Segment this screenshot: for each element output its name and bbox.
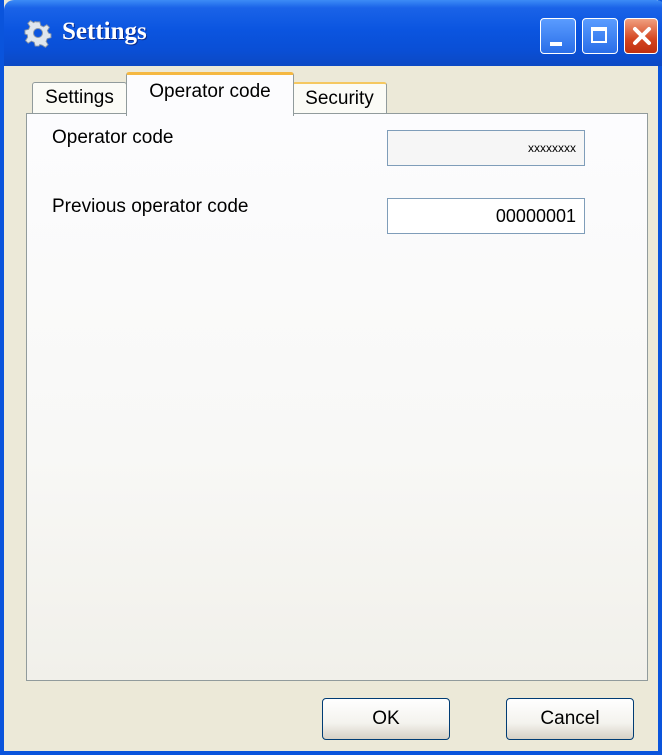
tab-label: Operator code <box>149 81 271 102</box>
tab-panel: Operator code xxxxxxxx Previous operator… <box>26 113 648 681</box>
tab-security[interactable]: Security <box>292 82 387 114</box>
minimize-button[interactable] <box>540 18 576 54</box>
cancel-button[interactable]: Cancel <box>506 698 634 740</box>
close-icon <box>633 27 651 45</box>
tab-label: Security <box>305 88 374 109</box>
tab-settings[interactable]: Settings <box>32 82 127 114</box>
gear-icon <box>24 20 52 48</box>
close-button[interactable] <box>624 18 658 54</box>
maximize-button[interactable] <box>582 18 618 54</box>
settings-window: Settings Settings Operator code Security… <box>0 0 662 755</box>
tab-operator-code[interactable]: Operator code <box>126 72 294 116</box>
window-title: Settings <box>62 18 147 45</box>
tab-label: Settings <box>45 87 114 108</box>
previous-operator-code-field[interactable]: 00000001 <box>387 198 585 234</box>
operator-code-field[interactable]: xxxxxxxx <box>387 130 585 166</box>
ok-button[interactable]: OK <box>322 698 450 740</box>
operator-code-label: Operator code <box>52 127 174 148</box>
title-bar[interactable]: Settings <box>4 0 662 66</box>
previous-operator-code-label: Previous operator code <box>52 196 249 217</box>
